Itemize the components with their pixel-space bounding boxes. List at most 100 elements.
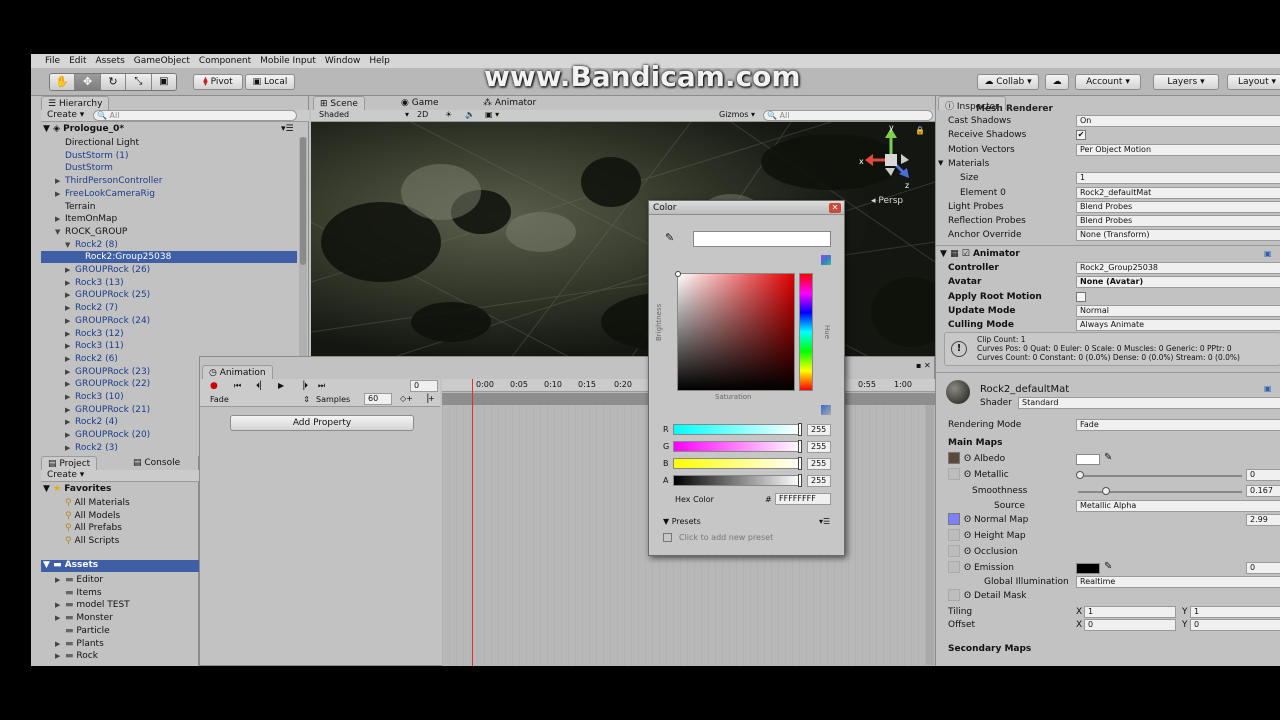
- normal-map-scale[interactable]: 2.99: [1246, 514, 1280, 526]
- hierarchy-item[interactable]: ▶ Rock3 (13): [41, 277, 297, 289]
- animator-help-icon[interactable]: ▣: [1264, 249, 1272, 258]
- gizmos-dropdown[interactable]: Gizmos ▾: [719, 110, 755, 119]
- menu-item-mobile-input[interactable]: Mobile Input: [260, 56, 316, 66]
- hierarchy-item[interactable]: ▶ ItemOnMap: [41, 213, 297, 225]
- expand-arrow-icon[interactable]: ▶: [65, 328, 75, 340]
- tab-hierarchy[interactable]: ☰ Hierarchy: [41, 96, 110, 110]
- property-value[interactable]: Rock2_Group25038: [1076, 262, 1280, 274]
- property-value[interactable]: Per Object Motion: [1076, 143, 1280, 156]
- offset-x-input[interactable]: 0: [1084, 619, 1176, 631]
- tiling-x-input[interactable]: 1: [1084, 606, 1176, 618]
- property-value[interactable]: None (Avatar): [1076, 276, 1280, 289]
- animator-enabled-checkbox[interactable]: ☑: [962, 249, 970, 259]
- samples-field[interactable]: 60: [364, 393, 392, 405]
- metallic-value[interactable]: 0: [1246, 469, 1280, 481]
- asset-folder[interactable]: ▶ ▬ Rock: [41, 650, 199, 662]
- playhead-line[interactable]: [472, 379, 473, 666]
- assets-header[interactable]: ▼ ▬ Assets: [41, 560, 199, 572]
- add-preset-swatch[interactable]: [663, 533, 672, 542]
- tab-game[interactable]: ◉ Game: [395, 96, 445, 110]
- presets-menu-icon[interactable]: ▾☰: [819, 517, 830, 526]
- add-event-icon[interactable]: ▕+: [422, 394, 435, 403]
- channel-value[interactable]: 255: [807, 458, 831, 470]
- asset-folder[interactable]: ▶ ▬ Monster: [41, 612, 199, 624]
- rendering-mode-dropdown[interactable]: Fade: [1076, 419, 1280, 431]
- expand-arrow-icon[interactable]: ▼: [65, 239, 75, 251]
- expand-arrow-icon[interactable]: ▼: [55, 226, 65, 238]
- saturation-brightness-box[interactable]: [675, 271, 795, 391]
- asset-folder[interactable]: ▬ Items: [41, 587, 199, 599]
- scene-search-input[interactable]: 🔍 All: [763, 110, 933, 121]
- favorite-item[interactable]: ⚲ All Materials: [41, 497, 199, 509]
- menu-item-help[interactable]: Help: [369, 56, 390, 66]
- global-illumination-dropdown[interactable]: Realtime: [1076, 576, 1280, 588]
- favorite-item[interactable]: ⚲ All Models: [41, 510, 199, 522]
- expand-arrow-icon[interactable]: ▶: [55, 650, 65, 662]
- hierarchy-item[interactable]: ▶ Rock2 (7): [41, 302, 297, 314]
- pivot-button[interactable]: ⧫ Pivot: [193, 74, 243, 90]
- channel-slider-handle[interactable]: [798, 440, 802, 453]
- menu-item-assets[interactable]: Assets: [96, 56, 125, 66]
- account-button[interactable]: Account ▾: [1075, 74, 1141, 90]
- source-dropdown[interactable]: Metallic Alpha: [1076, 500, 1280, 512]
- clip-dropdown[interactable]: Fade ⇕: [210, 395, 310, 404]
- eyedropper-icon[interactable]: ✎: [665, 231, 674, 244]
- mesh-renderer-header[interactable]: Mesh Renderer: [976, 104, 1053, 114]
- emission-eyedropper-icon[interactable]: ✎: [1104, 561, 1112, 572]
- channel-slider[interactable]: [673, 441, 801, 452]
- audio-toggle-icon[interactable]: 🔈: [465, 110, 475, 119]
- channel-value[interactable]: 255: [807, 424, 831, 436]
- property-value[interactable]: Always Animate: [1076, 319, 1280, 332]
- expand-arrow-icon[interactable]: ▶: [65, 429, 75, 441]
- prev-keyframe-button[interactable]: ⏴▏: [256, 381, 266, 391]
- layout-button[interactable]: Layout ▾: [1227, 74, 1280, 90]
- channel-slider[interactable]: [673, 458, 801, 469]
- gizmo-lock-icon[interactable]: 🔒: [915, 126, 925, 135]
- menu-item-file[interactable]: File: [45, 56, 60, 66]
- hierarchy-item[interactable]: DustStorm (1): [41, 150, 297, 162]
- hierarchy-menu-icon[interactable]: ▾☰: [281, 124, 294, 134]
- hierarchy-scroll-thumb[interactable]: [300, 137, 306, 265]
- rotate-tool-icon[interactable]: ↻: [100, 74, 127, 90]
- hierarchy-item[interactable]: ▶ ThirdPersonController: [41, 175, 297, 187]
- expand-arrow-icon[interactable]: ▶: [65, 416, 75, 428]
- channel-slider-handle[interactable]: [798, 474, 802, 487]
- hierarchy-item[interactable]: Rock2:Group25038: [41, 251, 297, 264]
- expand-arrow-icon[interactable]: ▶: [65, 289, 75, 301]
- asset-folder[interactable]: ▶ ▬ model TEST: [41, 599, 199, 611]
- hierarchy-item[interactable]: ▶ Rock3 (12): [41, 328, 297, 340]
- expand-arrow-icon[interactable]: ▶: [65, 442, 75, 454]
- channel-slider-handle[interactable]: [798, 457, 802, 470]
- menu-item-window[interactable]: Window: [325, 56, 361, 66]
- emission-color-swatch[interactable]: [1076, 563, 1100, 574]
- animator-header[interactable]: ▼ ▦ ☑ Animator: [940, 249, 1020, 259]
- expand-arrow-icon[interactable]: ▶: [55, 213, 65, 225]
- property-value[interactable]: 1: [1076, 172, 1280, 185]
- hierarchy-item[interactable]: ▶ Rock3 (11): [41, 340, 297, 352]
- project-create-button[interactable]: Create ▾: [47, 470, 84, 480]
- hierarchy-item[interactable]: Directional Light: [41, 137, 297, 149]
- property-checkbox[interactable]: ✔: [1076, 130, 1086, 141]
- asset-folder[interactable]: ▶ ▬ Plants: [41, 638, 199, 650]
- expand-arrow-icon[interactable]: ▶: [55, 175, 65, 187]
- property-value[interactable]: Blend Probes: [1076, 200, 1280, 213]
- slider-mode-icon[interactable]: [821, 405, 831, 415]
- hierarchy-item[interactable]: ▼ ROCK_GROUP: [41, 226, 297, 238]
- menu-item-gameobject[interactable]: GameObject: [134, 56, 190, 66]
- expand-arrow-icon[interactable]: ▶: [55, 574, 65, 586]
- add-keyframe-icon[interactable]: ◇+: [400, 394, 413, 403]
- favorite-item[interactable]: ⚲ All Prefabs: [41, 522, 199, 534]
- first-keyframe-button[interactable]: ⏮: [234, 381, 241, 391]
- cloud-button[interactable]: ☁: [1045, 74, 1069, 90]
- next-keyframe-button[interactable]: ▕⏵: [298, 381, 308, 391]
- expand-arrow-icon[interactable]: ▶: [55, 599, 65, 611]
- layers-button[interactable]: Layers ▾: [1153, 74, 1219, 90]
- sv-cursor[interactable]: [675, 271, 681, 277]
- add-property-button[interactable]: Add Property: [230, 415, 414, 431]
- frame-field[interactable]: 0: [410, 380, 438, 392]
- property-value[interactable]: Normal: [1076, 304, 1280, 317]
- property-value[interactable]: On: [1076, 115, 1280, 127]
- channel-value[interactable]: 255: [807, 441, 831, 453]
- expand-arrow-icon[interactable]: ▶: [65, 340, 75, 352]
- tab-console[interactable]: ▤ Console: [127, 456, 186, 470]
